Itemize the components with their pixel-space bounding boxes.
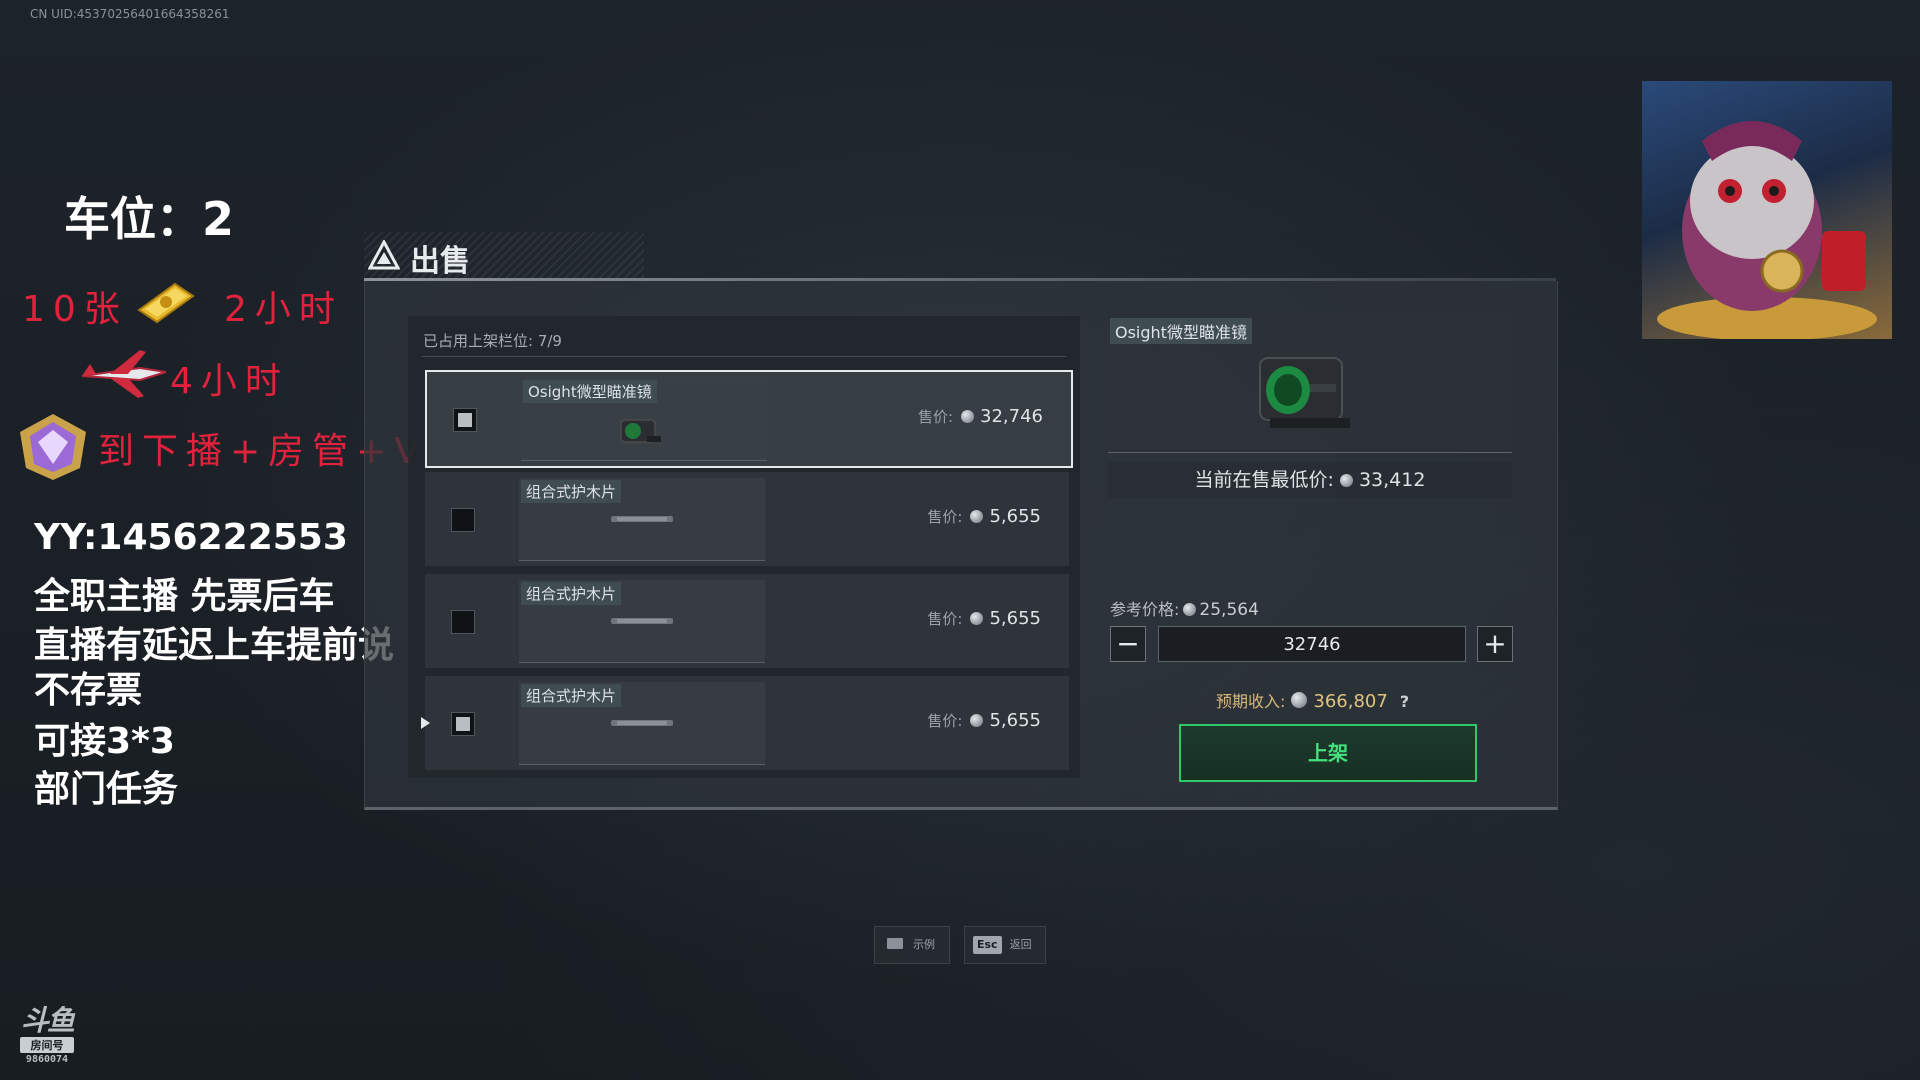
handguard-panel-icon	[611, 720, 673, 726]
reference-price: 参考价格: 25,564	[1110, 600, 1259, 620]
lowest-price: 当前在售最低价: 33,412	[1194, 469, 1426, 491]
header-hatch	[364, 232, 644, 280]
panel-title: 出售	[410, 244, 470, 279]
red-dot-scope-icon	[1259, 357, 1350, 428]
detail-item-name: Osight微型瞄准镜	[1110, 318, 1252, 344]
list-item[interactable]: 组合式护木片 售价: 5,655	[425, 574, 1069, 668]
coin-icon	[1291, 692, 1308, 708]
item-tile[interactable]: 组合式护木片	[519, 580, 765, 663]
increase-price-button[interactable]: +	[1477, 626, 1513, 662]
mouse-key-icon	[887, 938, 903, 949]
item-price: 售价: 5,655	[927, 506, 1041, 527]
esc-key-icon: Esc	[973, 936, 1002, 954]
gold-ticket-icon	[137, 282, 195, 324]
item-name: 组合式护木片	[521, 480, 622, 503]
item-name: Osight微型瞄准镜	[523, 380, 657, 403]
coin-icon	[1339, 474, 1353, 487]
coin-icon	[970, 714, 984, 727]
info-line-6: 部门任务	[34, 769, 179, 810]
jet-duration-text: 4小时	[170, 361, 289, 402]
decrease-price-button[interactable]: −	[1110, 626, 1146, 662]
expected-income: 预期收入: 366,807?	[1216, 691, 1410, 712]
item-list: 已占用上架栏位: 7/9 Osight微型瞄准镜 售价: 32,746 组合式护木…	[408, 316, 1080, 778]
coin-icon	[970, 612, 984, 625]
lowest-price-box: 当前在售最低价: 33,412	[1108, 462, 1512, 498]
item-checkbox[interactable]	[451, 508, 475, 532]
item-checkbox[interactable]	[451, 610, 475, 634]
douyu-room-id: 9860074	[25, 1054, 69, 1065]
divider	[422, 356, 1066, 357]
ticket-duration-text: 2小时	[224, 289, 343, 330]
mouse-cursor-icon	[421, 717, 430, 729]
item-price: 售价: 5,655	[927, 608, 1041, 629]
handguard-panel-icon	[611, 618, 673, 624]
red-dot-scope-icon	[620, 419, 661, 443]
item-name: 组合式护木片	[521, 582, 622, 605]
handguard-panel-icon	[611, 516, 673, 522]
item-preview: Osight微型瞄准镜	[1108, 316, 1512, 453]
help-icon[interactable]: ?	[1400, 692, 1409, 711]
douyu-logo: 斗鱼	[20, 1004, 75, 1037]
douyu-room-label: 房间号	[20, 1037, 74, 1053]
list-item[interactable]: 组合式护木片 售价: 5,655	[425, 676, 1069, 770]
coin-icon	[1183, 603, 1197, 616]
uid-label: CN UID:45370256401664358261	[30, 7, 230, 21]
douyu-watermark: 斗鱼 房间号 9860074	[16, 1006, 78, 1065]
slot-title: 车位：2	[64, 192, 235, 246]
item-tile[interactable]: 组合式护木片	[519, 478, 765, 561]
back-button[interactable]: Esc 返回	[964, 926, 1046, 964]
list-for-sale-button[interactable]: 上架	[1179, 724, 1477, 782]
item-tile[interactable]: 组合式护木片	[519, 682, 765, 765]
info-line-2: 全职主播 先票后车	[34, 576, 335, 617]
info-line-4: 不存票	[34, 670, 143, 711]
yy-id-text: YY:1456222553	[34, 517, 348, 558]
item-checkbox[interactable]	[451, 712, 475, 736]
item-price: 售价: 32,746	[917, 406, 1043, 427]
item-price: 售价: 5,655	[927, 710, 1041, 731]
ticket-count-text: 10张	[22, 289, 128, 330]
coin-icon	[961, 410, 975, 423]
jet-icon	[81, 350, 167, 398]
list-item[interactable]: Osight微型瞄准镜 售价: 32,746	[425, 370, 1073, 468]
list-item[interactable]: 组合式护木片 售价: 5,655	[425, 472, 1069, 566]
price-input[interactable]	[1158, 626, 1466, 662]
info-line-5: 可接3*3	[34, 721, 175, 762]
item-tile[interactable]: Osight微型瞄准镜	[521, 378, 767, 461]
coin-icon	[970, 510, 984, 523]
item-name: 组合式护木片	[521, 684, 622, 707]
example-button[interactable]: 示例	[874, 926, 950, 964]
occupied-slots: 已占用上架栏位: 7/9	[423, 332, 562, 350]
diamond-badge-icon	[20, 414, 86, 480]
item-checkbox[interactable]	[453, 408, 477, 432]
webcam-feed	[1642, 81, 1892, 339]
sell-panel-header: 出售	[364, 232, 1556, 280]
warning-triangle-icon	[368, 240, 400, 270]
lion-figurine-icon	[1657, 121, 1877, 339]
